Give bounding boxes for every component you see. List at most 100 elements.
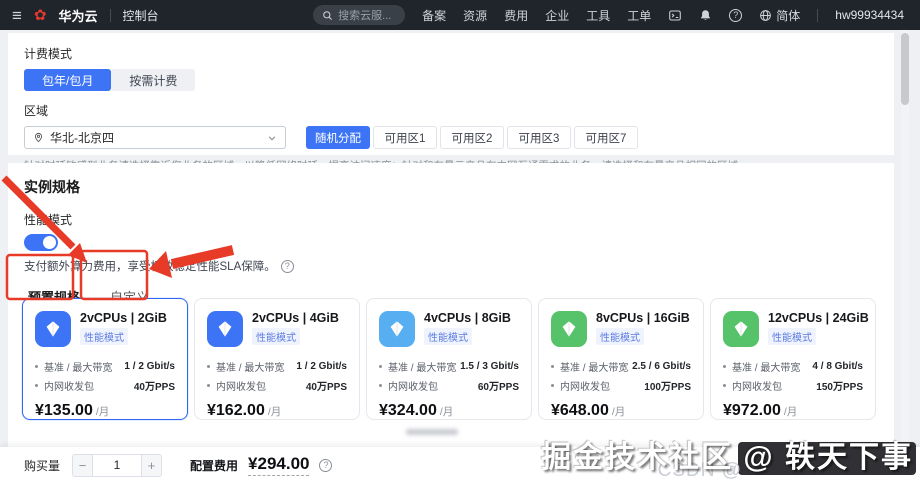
- spec-row-value: 150万PPS: [816, 382, 863, 393]
- spec-price: ¥972.00: [723, 402, 781, 419]
- spec-perf-badge: 性能模式: [768, 328, 816, 345]
- quantity-input[interactable]: [93, 453, 142, 477]
- spec-rows: 基准 / 最大带宽 1 / 2 Gbit/s 内网收发包 40万PPS: [207, 357, 347, 395]
- spec-price-unit: /月: [611, 406, 626, 418]
- spec-row: 内网收发包 40万PPS: [207, 376, 347, 395]
- spec-title: 2vCPUs | 4GiB: [252, 311, 339, 325]
- search-input[interactable]: 搜索云服...: [313, 5, 406, 25]
- spec-row-value: 1 / 2 Gbit/s: [124, 361, 175, 372]
- nav-menu-item[interactable]: 工单: [627, 7, 651, 24]
- spec-perf-badge: 性能模式: [80, 328, 128, 345]
- az-option[interactable]: 可用区3: [507, 126, 571, 149]
- spec-price-unit: /月: [783, 406, 798, 418]
- perf-mode-toggle[interactable]: [24, 234, 58, 251]
- az-option[interactable]: 可用区2: [440, 126, 504, 149]
- region-label: 区域: [24, 104, 49, 118]
- console-link[interactable]: 控制台: [123, 7, 159, 24]
- quantity-plus-button[interactable]: +: [141, 453, 163, 477]
- spec-row-label: 内网收发包: [560, 382, 610, 393]
- instance-spec-panel: 实例规格 性能模式 支付额外算力费用，享受极致稳定性能SLA保障。 ? 预置规格…: [8, 163, 894, 447]
- spec-card[interactable]: 12vCPUs | 24GiB 性能模式 基准 / 最大带宽 4 / 8 Gbit…: [710, 298, 876, 420]
- config-cost-label: 配置费用: [190, 458, 239, 473]
- spec-title: 8vCPUs | 16GiB: [596, 311, 690, 325]
- account-id[interactable]: hw99934434: [835, 8, 904, 22]
- quantity-label: 购买量: [24, 458, 61, 473]
- spec-row: 内网收发包 40万PPS: [35, 376, 175, 395]
- cost-help-icon[interactable]: ?: [319, 458, 333, 472]
- billing-option-yearly-monthly[interactable]: 包年/包月: [24, 69, 112, 91]
- locale-label: 简体: [776, 8, 801, 23]
- search-icon: [322, 10, 333, 21]
- billing-mode-group: 包年/包月 按需计费: [24, 69, 878, 91]
- spec-section-title: 实例规格: [24, 179, 80, 195]
- bullet-dot: [723, 384, 726, 387]
- spec-row-label: 内网收发包: [388, 382, 438, 393]
- spec-gem-icon: [379, 311, 415, 347]
- bullet-dot: [551, 384, 554, 387]
- search-placeholder: 搜索云服...: [338, 10, 392, 22]
- bullet-dot: [207, 365, 210, 368]
- quantity-minus-button[interactable]: −: [72, 453, 94, 477]
- spec-row-label: 内网收发包: [44, 382, 94, 393]
- spec-title: 4vCPUs | 8GiB: [424, 311, 511, 325]
- billing-region-panel: 计费模式 包年/包月 按需计费 区域 华北-北京四 随机分配 可用区1 可用区2 可用…: [8, 33, 894, 172]
- az-option[interactable]: 可用区7: [574, 126, 638, 149]
- nav-menu-item[interactable]: 资源: [463, 7, 487, 24]
- nav-menu-item[interactable]: 工具: [586, 7, 610, 24]
- billing-option-on-demand[interactable]: 按需计费: [111, 69, 196, 91]
- spec-rows: 基准 / 最大带宽 1 / 2 Gbit/s 内网收发包 40万PPS: [35, 357, 175, 395]
- notification-bell-icon[interactable]: [699, 9, 712, 22]
- nav-menu-item[interactable]: 备案: [422, 7, 446, 24]
- spec-price-unit: /月: [95, 406, 110, 418]
- nav-menu: 备案 资源 费用 企业 工具 工单: [422, 7, 651, 24]
- bullet-dot: [551, 365, 554, 368]
- spec-row: 内网收发包 100万PPS: [551, 376, 691, 395]
- spec-price: ¥162.00: [207, 402, 265, 419]
- spec-row-label: 基准 / 最大带宽: [44, 363, 113, 374]
- spec-perf-badge: 性能模式: [252, 328, 300, 345]
- spec-card[interactable]: 2vCPUs | 4GiB 性能模式 基准 / 最大带宽 1 / 2 Gbit/s…: [194, 298, 360, 420]
- sla-help-icon[interactable]: ?: [280, 259, 294, 273]
- brand-name[interactable]: 华为云: [59, 6, 98, 25]
- spec-row: 基准 / 最大带宽 1.5 / 3 Gbit/s: [379, 357, 519, 376]
- spec-row-label: 基准 / 最大带宽: [216, 363, 285, 374]
- az-option[interactable]: 可用区1: [373, 126, 437, 149]
- bullet-dot: [35, 365, 38, 368]
- spec-row-label: 基准 / 最大带宽: [388, 363, 457, 374]
- spec-card[interactable]: 2vCPUs | 2GiB 性能模式 基准 / 最大带宽 1 / 2 Gbit/s…: [22, 298, 188, 420]
- quantity-stepper: − +: [72, 453, 163, 477]
- bullet-dot: [723, 365, 726, 368]
- hamburger-menu-icon[interactable]: ≡: [12, 7, 22, 24]
- nav-menu-item[interactable]: 企业: [545, 7, 569, 24]
- chevron-down-icon: [267, 133, 277, 143]
- region-value: 华北-北京四: [50, 131, 114, 145]
- spec-row-label: 基准 / 最大带宽: [560, 363, 629, 374]
- spec-title: 12vCPUs | 24GiB: [768, 311, 869, 325]
- spec-price: ¥648.00: [551, 402, 609, 419]
- bullet-dot: [207, 384, 210, 387]
- purchase-footer-bar: 购买量 − + 配置费用 ¥294.00 ?: [0, 447, 920, 483]
- spec-row-value: 4 / 8 Gbit/s: [812, 361, 863, 372]
- huawei-logo-icon[interactable]: ✿: [34, 8, 47, 23]
- spec-card[interactable]: 8vCPUs | 16GiB 性能模式 基准 / 最大带宽 2.5 / 6 Gbi…: [538, 298, 704, 420]
- spec-row: 内网收发包 150万PPS: [723, 376, 863, 395]
- spec-row: 基准 / 最大带宽 4 / 8 Gbit/s: [723, 357, 863, 376]
- location-pin-icon: [33, 132, 44, 143]
- spec-row-value: 40万PPS: [305, 382, 347, 393]
- spec-title: 2vCPUs | 2GiB: [80, 311, 167, 325]
- spec-perf-badge: 性能模式: [596, 328, 644, 345]
- top-nav: ≡ ✿ 华为云 控制台 搜索云服... 备案资源费用企业工具工单 ?: [0, 0, 920, 30]
- scrollbar-thumb[interactable]: [901, 33, 909, 105]
- cli-terminal-icon[interactable]: [668, 9, 682, 22]
- spec-row-label: 基准 / 最大带宽: [732, 363, 801, 374]
- az-option[interactable]: 随机分配: [306, 126, 370, 149]
- region-select[interactable]: 华北-北京四: [24, 126, 286, 149]
- spec-gem-icon: [207, 311, 243, 347]
- spec-rows: 基准 / 最大带宽 2.5 / 6 Gbit/s 内网收发包 100万PPS: [551, 357, 691, 395]
- help-icon[interactable]: ?: [729, 8, 743, 22]
- spec-price: ¥135.00: [35, 402, 93, 419]
- spec-row-value: 1.5 / 3 Gbit/s: [460, 361, 519, 372]
- locale-switcher[interactable]: 简体: [759, 7, 800, 24]
- spec-card[interactable]: 4vCPUs | 8GiB 性能模式 基准 / 最大带宽 1.5 / 3 Gbit…: [366, 298, 532, 420]
- nav-menu-item[interactable]: 费用: [504, 7, 528, 24]
